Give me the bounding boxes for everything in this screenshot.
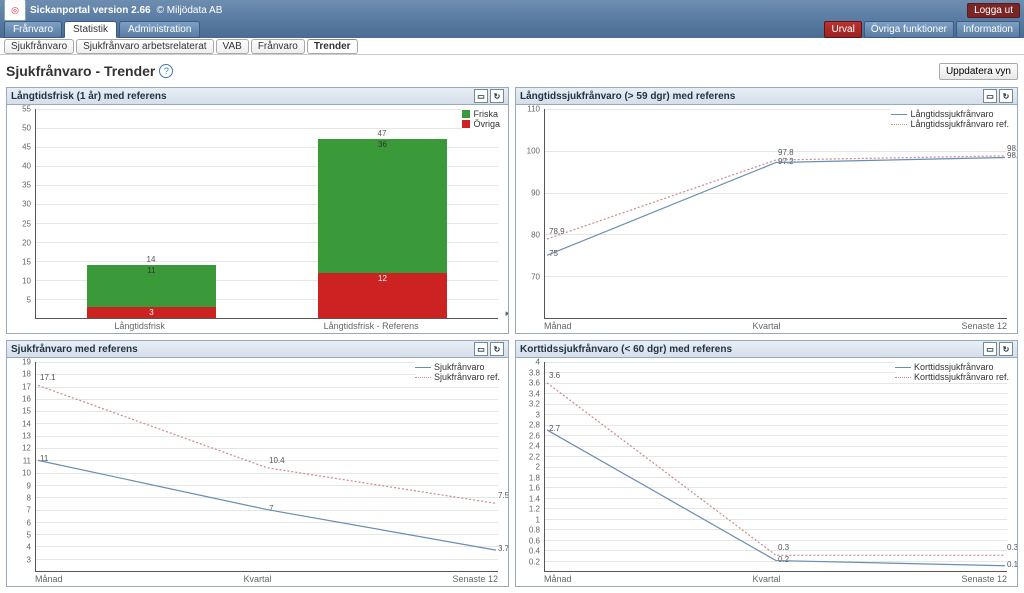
panel-sjukfranvaro: Sjukfrånvaro med referens ▭ ↻ 3456789101… [6, 340, 509, 587]
panel-korttidssjukfranvaro: Korttidssjukfrånvaro (< 60 dgr) med refe… [515, 340, 1018, 587]
panel-langtidssjukfranvaro: Långtidssjukfrånvaro (> 59 dgr) med refe… [515, 87, 1018, 334]
page-title: Sjukfrånvaro - Trender [6, 63, 155, 79]
sub-nav: Sjukfrånvaro Sjukfrånvaro arbetsrelatera… [0, 38, 1024, 55]
panel-maximize-icon[interactable]: ▭ [983, 89, 997, 103]
subtab-trender[interactable]: Trender [307, 39, 358, 54]
urval-button[interactable]: Urval [824, 21, 861, 38]
panel-header: Långtidssjukfrånvaro (> 59 dgr) med refe… [516, 88, 1017, 105]
panel-header: Långtidsfrisk (1 år) med referens ▭ ↻ [7, 88, 508, 105]
subtab-sjukfranvaro[interactable]: Sjukfrånvaro [4, 39, 74, 54]
title-bar: ◎ Sickanportal version 2.66 © Miljödata … [0, 0, 1024, 20]
nav-tab-franvaro[interactable]: Frånvaro [4, 21, 62, 38]
panel-langtidsfrisk: Långtidsfrisk (1 år) med referens ▭ ↻ 51… [6, 87, 509, 334]
panel-refresh-icon[interactable]: ↻ [490, 89, 504, 103]
panel-maximize-icon[interactable]: ▭ [474, 89, 488, 103]
panel-refresh-icon[interactable]: ↻ [999, 89, 1013, 103]
information-button[interactable]: Information [956, 21, 1020, 38]
panel-refresh-icon[interactable]: ↻ [490, 342, 504, 356]
legend-friska-label: Friska [473, 109, 498, 119]
subtab-vab[interactable]: VAB [216, 39, 249, 54]
nav-tab-administration[interactable]: Administration [119, 21, 200, 38]
panel-header: Korttidssjukfrånvaro (< 60 dgr) med refe… [516, 341, 1017, 358]
panel-title: Korttidssjukfrånvaro (< 60 dgr) med refe… [520, 344, 732, 355]
update-view-button[interactable]: Uppdatera vyn [939, 63, 1018, 80]
panel-header: Sjukfrånvaro med referens ▭ ↻ [7, 341, 508, 358]
panel-refresh-icon[interactable]: ↻ [999, 342, 1013, 356]
help-icon[interactable]: ? [159, 64, 173, 78]
app-title: Sickanportal version 2.66 [30, 5, 151, 16]
subtab-arbetsrelaterat[interactable]: Sjukfrånvaro arbetsrelaterat [76, 39, 213, 54]
nav-tab-statistik[interactable]: Statistik [64, 21, 117, 38]
ovriga-funktioner-button[interactable]: Övriga funktioner [864, 21, 954, 38]
scroll-right-icon[interactable]: ▸ [505, 308, 508, 319]
panel-maximize-icon[interactable]: ▭ [983, 342, 997, 356]
app-logo-icon: ◎ [4, 0, 26, 21]
subtab-franvaro[interactable]: Frånvaro [251, 39, 305, 54]
panel-title: Långtidsfrisk (1 år) med referens [11, 91, 167, 102]
legend-ovriga-label: Övriga [473, 119, 500, 129]
legend-ovriga-icon [462, 120, 470, 128]
legend-friska-icon [462, 110, 470, 118]
app-copyright: © Miljödata AB [157, 5, 223, 16]
panel-title: Sjukfrånvaro med referens [11, 344, 138, 355]
logout-button[interactable]: Logga ut [967, 3, 1020, 18]
main-nav: Frånvaro Statistik Administration Urval … [0, 20, 1024, 38]
panel-maximize-icon[interactable]: ▭ [474, 342, 488, 356]
panel-title: Långtidssjukfrånvaro (> 59 dgr) med refe… [520, 91, 735, 102]
legend: Friska Övriga [462, 109, 500, 129]
